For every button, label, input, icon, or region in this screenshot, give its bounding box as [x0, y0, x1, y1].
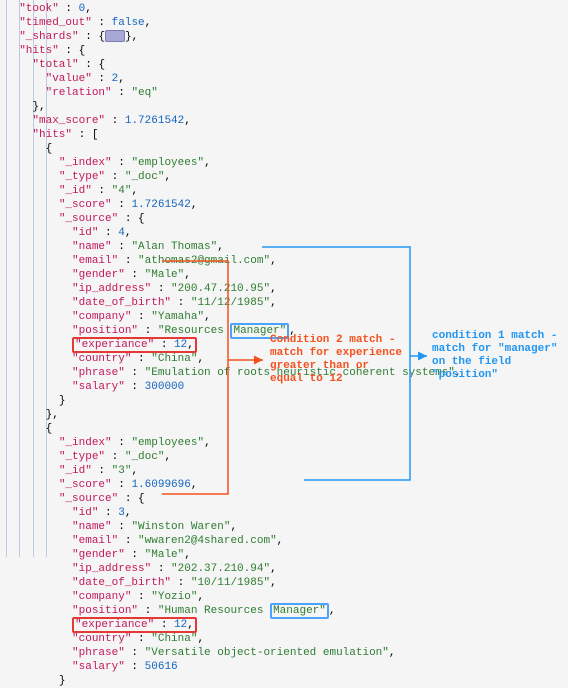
json-line: "_index" : "employees", [6, 436, 562, 450]
json-line: "total" : { [6, 58, 562, 72]
json-line: "_type" : "_doc", [6, 450, 562, 464]
json-line: "salary" : 50616 [6, 660, 562, 674]
json-line: "country" : "China", [6, 632, 562, 646]
json-line: "_index" : "employees", [6, 156, 562, 170]
json-line: "phrase" : "Versatile object-oriented em… [6, 646, 562, 660]
json-line: { [6, 422, 562, 436]
highlight-experience: "experiance" : 12, [72, 337, 197, 353]
json-line: "_source" : { [6, 492, 562, 506]
json-line: }, [6, 408, 562, 422]
json-line: "_score" : 1.7261542, [6, 198, 562, 212]
json-line: "name" : "Winston Waren", [6, 520, 562, 534]
json-line: "name" : "Alan Thomas", [6, 240, 562, 254]
json-line: "hits" : [ [6, 128, 562, 142]
json-line: "position" : "Human Resources Manager", [6, 604, 562, 618]
json-line: "_source" : { [6, 212, 562, 226]
highlight-experience: "experiance" : 12, [72, 617, 197, 633]
json-line: }, [6, 100, 562, 114]
json-line: "value" : 2, [6, 72, 562, 86]
json-line: "ip_address" : "200.47.210.95", [6, 282, 562, 296]
json-line: { [6, 142, 562, 156]
json-line: "hits" : { [6, 44, 562, 58]
json-line: "_id" : "3", [6, 464, 562, 478]
position-key: "position" [72, 605, 138, 617]
json-line: "email" : "wwaren2@4shared.com", [6, 534, 562, 548]
json-line: "email" : "athomas2@gmail.com", [6, 254, 562, 268]
json-line: "max_score" : 1.7261542, [6, 114, 562, 128]
json-line: "_score" : 1.6099696, [6, 478, 562, 492]
json-line: "company" : "Yozio", [6, 590, 562, 604]
json-line: "gender" : "Male", [6, 548, 562, 562]
json-line: "took" : 0, [6, 2, 562, 16]
json-line: "id" : 3, [6, 506, 562, 520]
json-line: "company" : "Yamaha", [6, 310, 562, 324]
json-line: "ip_address" : "202.37.210.94", [6, 562, 562, 576]
json-line: "gender" : "Male", [6, 268, 562, 282]
json-line: "id" : 4, [6, 226, 562, 240]
highlight-manager: Manager" [270, 603, 329, 619]
json-line: } [6, 394, 562, 408]
json-line: } [6, 674, 562, 688]
json-line: "experiance" : 12, [6, 618, 562, 632]
annotation-condition-1: condition 1 match - match for "manager" … [432, 330, 567, 382]
collapse-toggle-icon[interactable] [105, 30, 125, 42]
annotation-condition-2: Condition 2 match - match for experience… [270, 334, 405, 386]
position-key: "position" [72, 325, 138, 337]
json-line: "date_of_birth" : "11/12/1985", [6, 296, 562, 310]
json-line: "date_of_birth" : "10/11/1985", [6, 576, 562, 590]
json-line: "relation" : "eq" [6, 86, 562, 100]
json-line: "_type" : "_doc", [6, 170, 562, 184]
json-line: "_id" : "4", [6, 184, 562, 198]
json-line: "_shards" : {}, [6, 30, 562, 44]
json-line: "timed_out" : false, [6, 16, 562, 30]
